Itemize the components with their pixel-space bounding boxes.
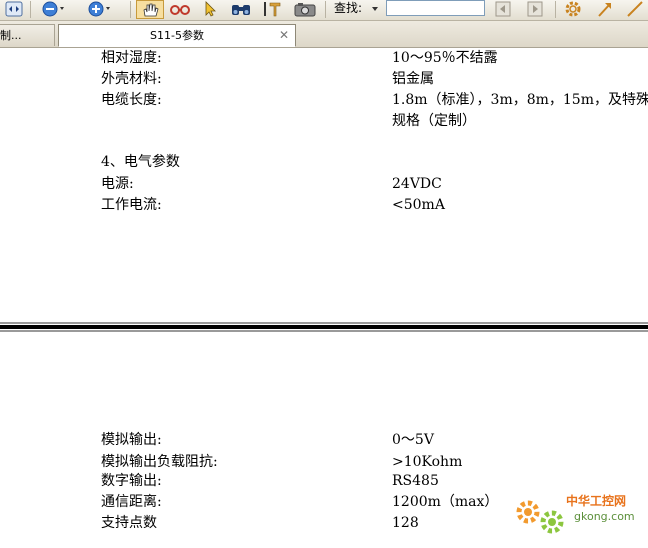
toolbar: 查找: — [0, 0, 648, 21]
tab-label: 制... — [0, 29, 22, 42]
spec-value: 24VDC — [392, 176, 442, 192]
spec-label: 数字输出: — [101, 473, 162, 489]
glasses-icon[interactable] — [168, 0, 192, 18]
spec-label: 支持点数 — [101, 515, 157, 531]
spec-value: 10～95％不结露 — [392, 50, 498, 66]
close-icon[interactable]: ✕ — [279, 25, 289, 46]
binoculars-icon[interactable] — [228, 0, 254, 18]
spec-value: 1.8m（标准），3m，8m，15m，及特殊 — [392, 92, 648, 108]
spec-label: 模拟输出负载阻抗: — [101, 454, 218, 470]
snapshot-icon[interactable] — [292, 0, 318, 18]
spec-value: <50mA — [392, 197, 445, 213]
tab-bar: 制... S11-5参数 ✕ — [0, 21, 648, 48]
spec-value: 铝金属 — [392, 71, 434, 87]
page-break-shadow — [0, 330, 648, 332]
watermark: 中华工控网 gkong.com — [512, 492, 648, 538]
spec-label: 模拟输出: — [101, 432, 162, 448]
watermark-title: 中华工控网 — [566, 494, 627, 508]
spec-label: 通信距离: — [101, 494, 162, 510]
spec-value: 0～5V — [392, 432, 434, 448]
prev-result-icon[interactable] — [492, 0, 514, 18]
zoom-in-icon[interactable] — [88, 0, 112, 18]
line-tool-icon[interactable] — [624, 0, 646, 18]
text-select-icon[interactable] — [260, 0, 286, 18]
arrow-tool-icon[interactable] — [594, 0, 616, 18]
spec-value: RS485 — [392, 473, 439, 489]
spec-label: 电缆长度: — [101, 92, 162, 108]
zoom-out-icon[interactable] — [42, 0, 66, 18]
page-break — [0, 325, 648, 329]
tab-label: S11-5参数 — [150, 29, 204, 42]
gears-logo-icon — [516, 500, 564, 534]
spec-label: 相对湿度: — [101, 50, 162, 66]
spec-value-continued: 规格（定制） — [392, 113, 476, 129]
tab-active-document[interactable]: S11-5参数 ✕ — [58, 24, 296, 47]
nav-arrows-icon[interactable] — [4, 0, 24, 18]
spec-value: 128 — [392, 515, 419, 531]
watermark-url: gkong.com — [574, 510, 635, 523]
select-arrow-icon[interactable] — [200, 0, 220, 18]
hand-tool-icon[interactable] — [136, 0, 164, 19]
gear-icon[interactable] — [562, 0, 584, 18]
section-title: 4、电气参数 — [101, 154, 180, 170]
spec-label: 外壳材料: — [101, 71, 162, 87]
spec-value: >10Kohm — [392, 454, 463, 470]
find-options-chevron-icon[interactable] — [370, 0, 380, 18]
next-result-icon[interactable] — [524, 0, 546, 18]
find-input[interactable] — [386, 0, 485, 16]
find-label: 查找: — [334, 1, 363, 15]
spec-label: 工作电流: — [101, 197, 162, 213]
document-view: 相对湿度: 10～95％不结露 外壳材料: 铝金属 电缆长度: 1.8m（标准）… — [0, 48, 648, 548]
tab-inactive-document[interactable]: 制... — [0, 24, 55, 46]
spec-label: 电源: — [101, 176, 134, 192]
page-break-shadow — [0, 322, 648, 324]
spec-value: 1200m（max） — [392, 494, 499, 510]
